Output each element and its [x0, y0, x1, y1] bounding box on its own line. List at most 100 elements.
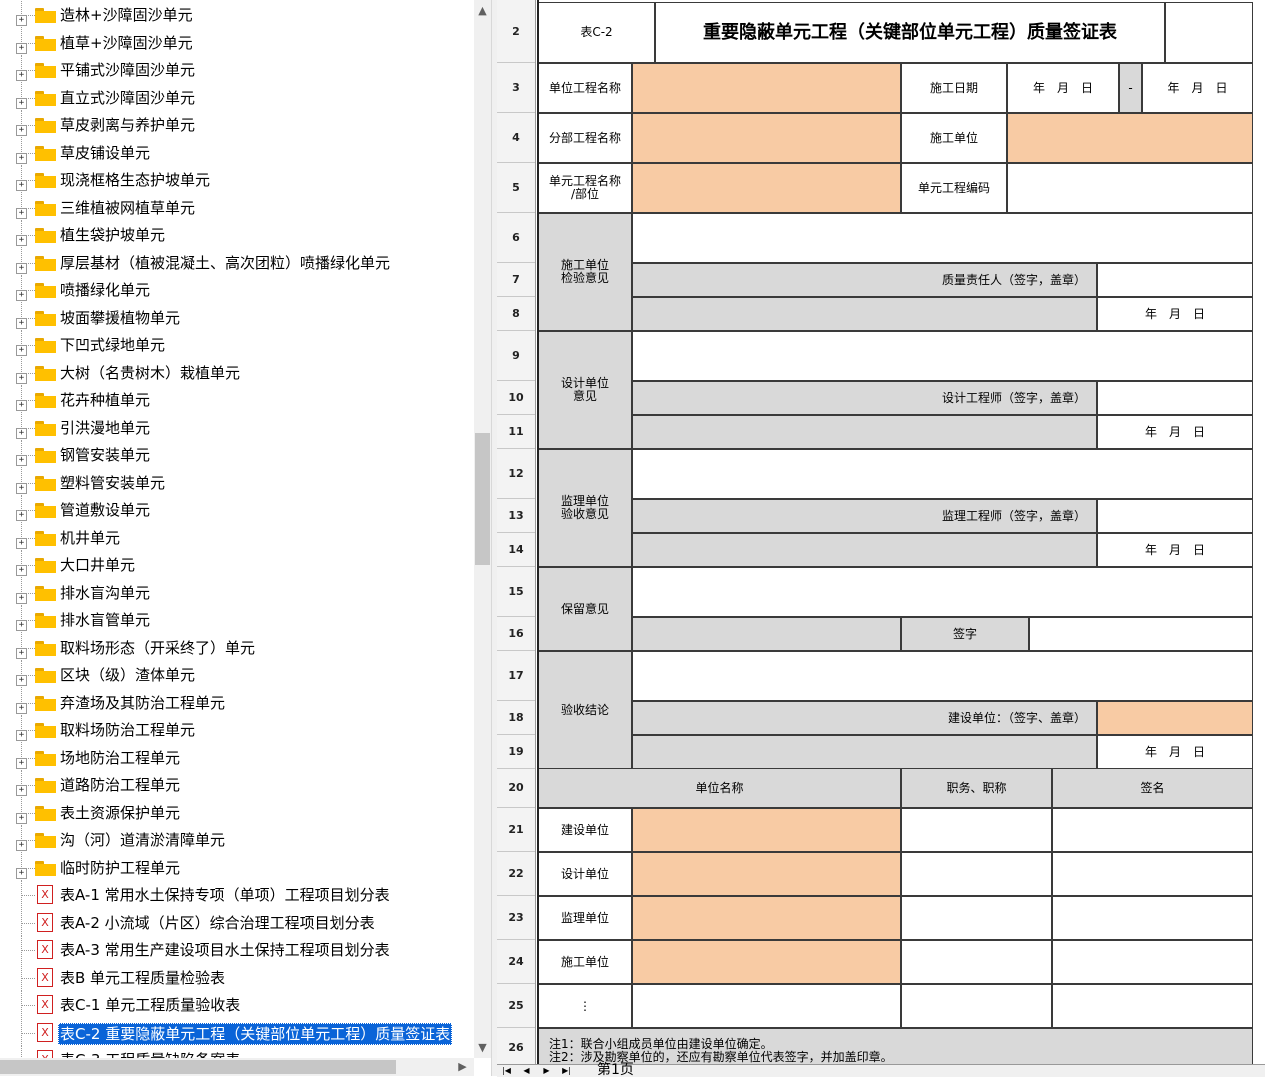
member-unit-name-input[interactable] [632, 852, 901, 896]
project-tree[interactable]: + 造林+沙障固沙单元 + 植草+沙障固沙单元 + 平铺式沙障固沙单元 + 直立式沙障固沙单元… [0, 0, 474, 1058]
expand-icon[interactable]: + [16, 180, 27, 191]
scroll-right-icon[interactable]: ▶ [454, 1058, 471, 1075]
row-number[interactable]: 10 [497, 381, 535, 415]
signature-field[interactable] [1029, 617, 1253, 651]
row-number[interactable]: 3 [497, 63, 535, 113]
reserved-opinion-area[interactable] [632, 567, 1253, 617]
row-number[interactable]: 9 [497, 331, 535, 381]
last-sheet-icon[interactable]: ▶| [561, 1066, 572, 1076]
expand-icon[interactable]: + [16, 15, 27, 26]
signature-field[interactable] [1097, 263, 1253, 297]
expand-icon[interactable]: + [16, 152, 27, 164]
tree-vertical-scrollbar[interactable]: ▲ ▼ [474, 0, 491, 1058]
tree-folder-item[interactable]: + 塑料管安装单元 [0, 468, 470, 496]
row-number[interactable]: 7 [497, 263, 535, 297]
expand-icon[interactable]: + [16, 757, 27, 769]
tree-folder-item[interactable]: + 平铺式沙障固沙单元 [0, 56, 470, 83]
tree-folder-item[interactable]: + 引洪漫地单元 [0, 413, 470, 441]
sub-project-name-input[interactable] [632, 113, 901, 163]
tree-folder-item[interactable]: + 现浇框格生态护坡单元 [0, 166, 470, 193]
row-number[interactable]: 22 [497, 852, 535, 896]
expand-icon[interactable]: + [16, 262, 27, 274]
row-number[interactable]: 20 [497, 768, 535, 808]
row-number[interactable]: 19 [497, 735, 535, 769]
expand-icon[interactable]: + [16, 565, 27, 576]
tree-file-item[interactable]: X 表A-1 常用水土保持专项（单项）工程项目划分表 [0, 881, 470, 908]
start-date-field[interactable]: 年 月 日 [1007, 63, 1119, 113]
expand-icon[interactable]: + [16, 840, 27, 851]
member-position-input[interactable] [901, 808, 1052, 852]
row-number[interactable]: 25 [497, 984, 535, 1028]
date-field[interactable]: 年 月 日 [1097, 297, 1253, 331]
row-number[interactable]: 13 [497, 499, 535, 533]
member-unit-name-input[interactable] [632, 808, 901, 852]
tree-file-item[interactable]: X 表A-2 小流域（片区）综合治理工程项目划分表 [0, 908, 470, 936]
expand-icon[interactable]: + [16, 125, 27, 136]
construction-unit-input[interactable] [1007, 113, 1253, 163]
expand-icon[interactable]: + [16, 592, 27, 604]
row-number[interactable]: 5 [497, 163, 535, 213]
expand-icon[interactable]: + [16, 70, 27, 81]
tree-folder-item[interactable]: + 表土资源保护单元 [0, 798, 470, 826]
expand-icon[interactable]: + [16, 427, 27, 439]
tree-folder-item[interactable]: + 造林+沙障固沙单元 [0, 1, 470, 28]
member-signature-input[interactable] [1052, 852, 1253, 896]
tree-folder-item[interactable]: + 取料场防治工程单元 [0, 716, 470, 743]
expand-icon[interactable]: + [16, 812, 27, 824]
tree-folder-item[interactable]: + 大口井单元 [0, 551, 470, 578]
tree-folder-item[interactable]: + 管道敷设单元 [0, 496, 470, 523]
opinion-text-area[interactable] [632, 331, 1253, 381]
row-number[interactable]: 8 [497, 297, 535, 331]
member-signature-input[interactable] [1052, 808, 1253, 852]
tree-folder-item[interactable]: + 取料场形态（开采终了）单元 [0, 633, 470, 661]
row-number[interactable]: 15 [497, 567, 535, 617]
tree-folder-item[interactable]: + 排水盲管单元 [0, 606, 470, 633]
tree-folder-item[interactable]: + 植草+沙障固沙单元 [0, 28, 470, 56]
tree-file-item[interactable]: X 表C-1 单元工程质量验收表 [0, 991, 470, 1018]
tree-folder-item[interactable]: + 喷播绿化单元 [0, 276, 470, 303]
tree-folder-item[interactable]: + 临时防护工程单元 [0, 853, 470, 881]
expand-icon[interactable]: + [16, 235, 27, 246]
element-project-code-input[interactable] [1007, 163, 1253, 213]
member-position-input[interactable] [901, 984, 1052, 1028]
expand-icon[interactable]: + [16, 372, 27, 384]
member-signature-input[interactable] [1052, 896, 1253, 940]
tree-folder-item[interactable]: + 直立式沙障固沙单元 [0, 83, 470, 111]
expand-icon[interactable]: + [16, 730, 27, 741]
row-number[interactable]: 6 [497, 213, 535, 263]
tree-folder-item[interactable]: + 机井单元 [0, 523, 470, 551]
row-number[interactable]: 24 [497, 940, 535, 984]
expand-icon[interactable]: + [16, 345, 27, 356]
tree-folder-item[interactable]: + 场地防治工程单元 [0, 743, 470, 771]
tree-folder-item[interactable]: + 弃渣场及其防治工程单元 [0, 688, 470, 716]
tree-file-item[interactable]: X 表C-2 重要隐蔽单元工程（关键部位单元工程）质量签证表 [0, 1018, 470, 1046]
acceptance-conclusion-area[interactable] [632, 651, 1253, 701]
opinion-text-area[interactable] [632, 213, 1253, 263]
row-number[interactable]: 2 [497, 0, 535, 63]
tree-folder-item[interactable]: + 坡面攀援植物单元 [0, 303, 470, 331]
date-field[interactable]: 年 月 日 [1097, 735, 1253, 769]
scroll-thumb[interactable] [475, 433, 490, 565]
expand-icon[interactable]: + [16, 317, 27, 329]
scroll-up-icon[interactable]: ▲ [474, 2, 491, 19]
date-field[interactable]: 年 月 日 [1097, 533, 1253, 567]
tree-folder-item[interactable]: + 钢管安装单元 [0, 441, 470, 468]
expand-icon[interactable]: + [16, 647, 27, 659]
tree-folder-item[interactable]: + 花卉种植单元 [0, 386, 470, 413]
tree-file-item[interactable]: X 表A-3 常用生产建设项目水土保持工程项目划分表 [0, 936, 470, 963]
expand-icon[interactable]: + [16, 867, 27, 879]
row-number[interactable]: 12 [497, 449, 535, 499]
signature-field[interactable] [1097, 499, 1253, 533]
expand-icon[interactable]: + [16, 537, 27, 549]
row-number[interactable]: 11 [497, 415, 535, 449]
expand-icon[interactable]: + [16, 785, 27, 796]
member-unit-name-input[interactable] [632, 896, 901, 940]
sheet-tab-page1[interactable]: 第1页 [597, 1063, 634, 1077]
tree-file-item[interactable]: X 表C-3 工程质量缺陷备案表 [0, 1046, 470, 1058]
expand-icon[interactable]: + [16, 42, 27, 54]
prev-sheet-icon[interactable]: ◀ [521, 1066, 532, 1076]
row-number[interactable]: 23 [497, 896, 535, 940]
first-sheet-icon[interactable]: |◀ [501, 1066, 512, 1076]
member-unit-name-input[interactable] [632, 984, 901, 1028]
member-position-input[interactable] [901, 852, 1052, 896]
